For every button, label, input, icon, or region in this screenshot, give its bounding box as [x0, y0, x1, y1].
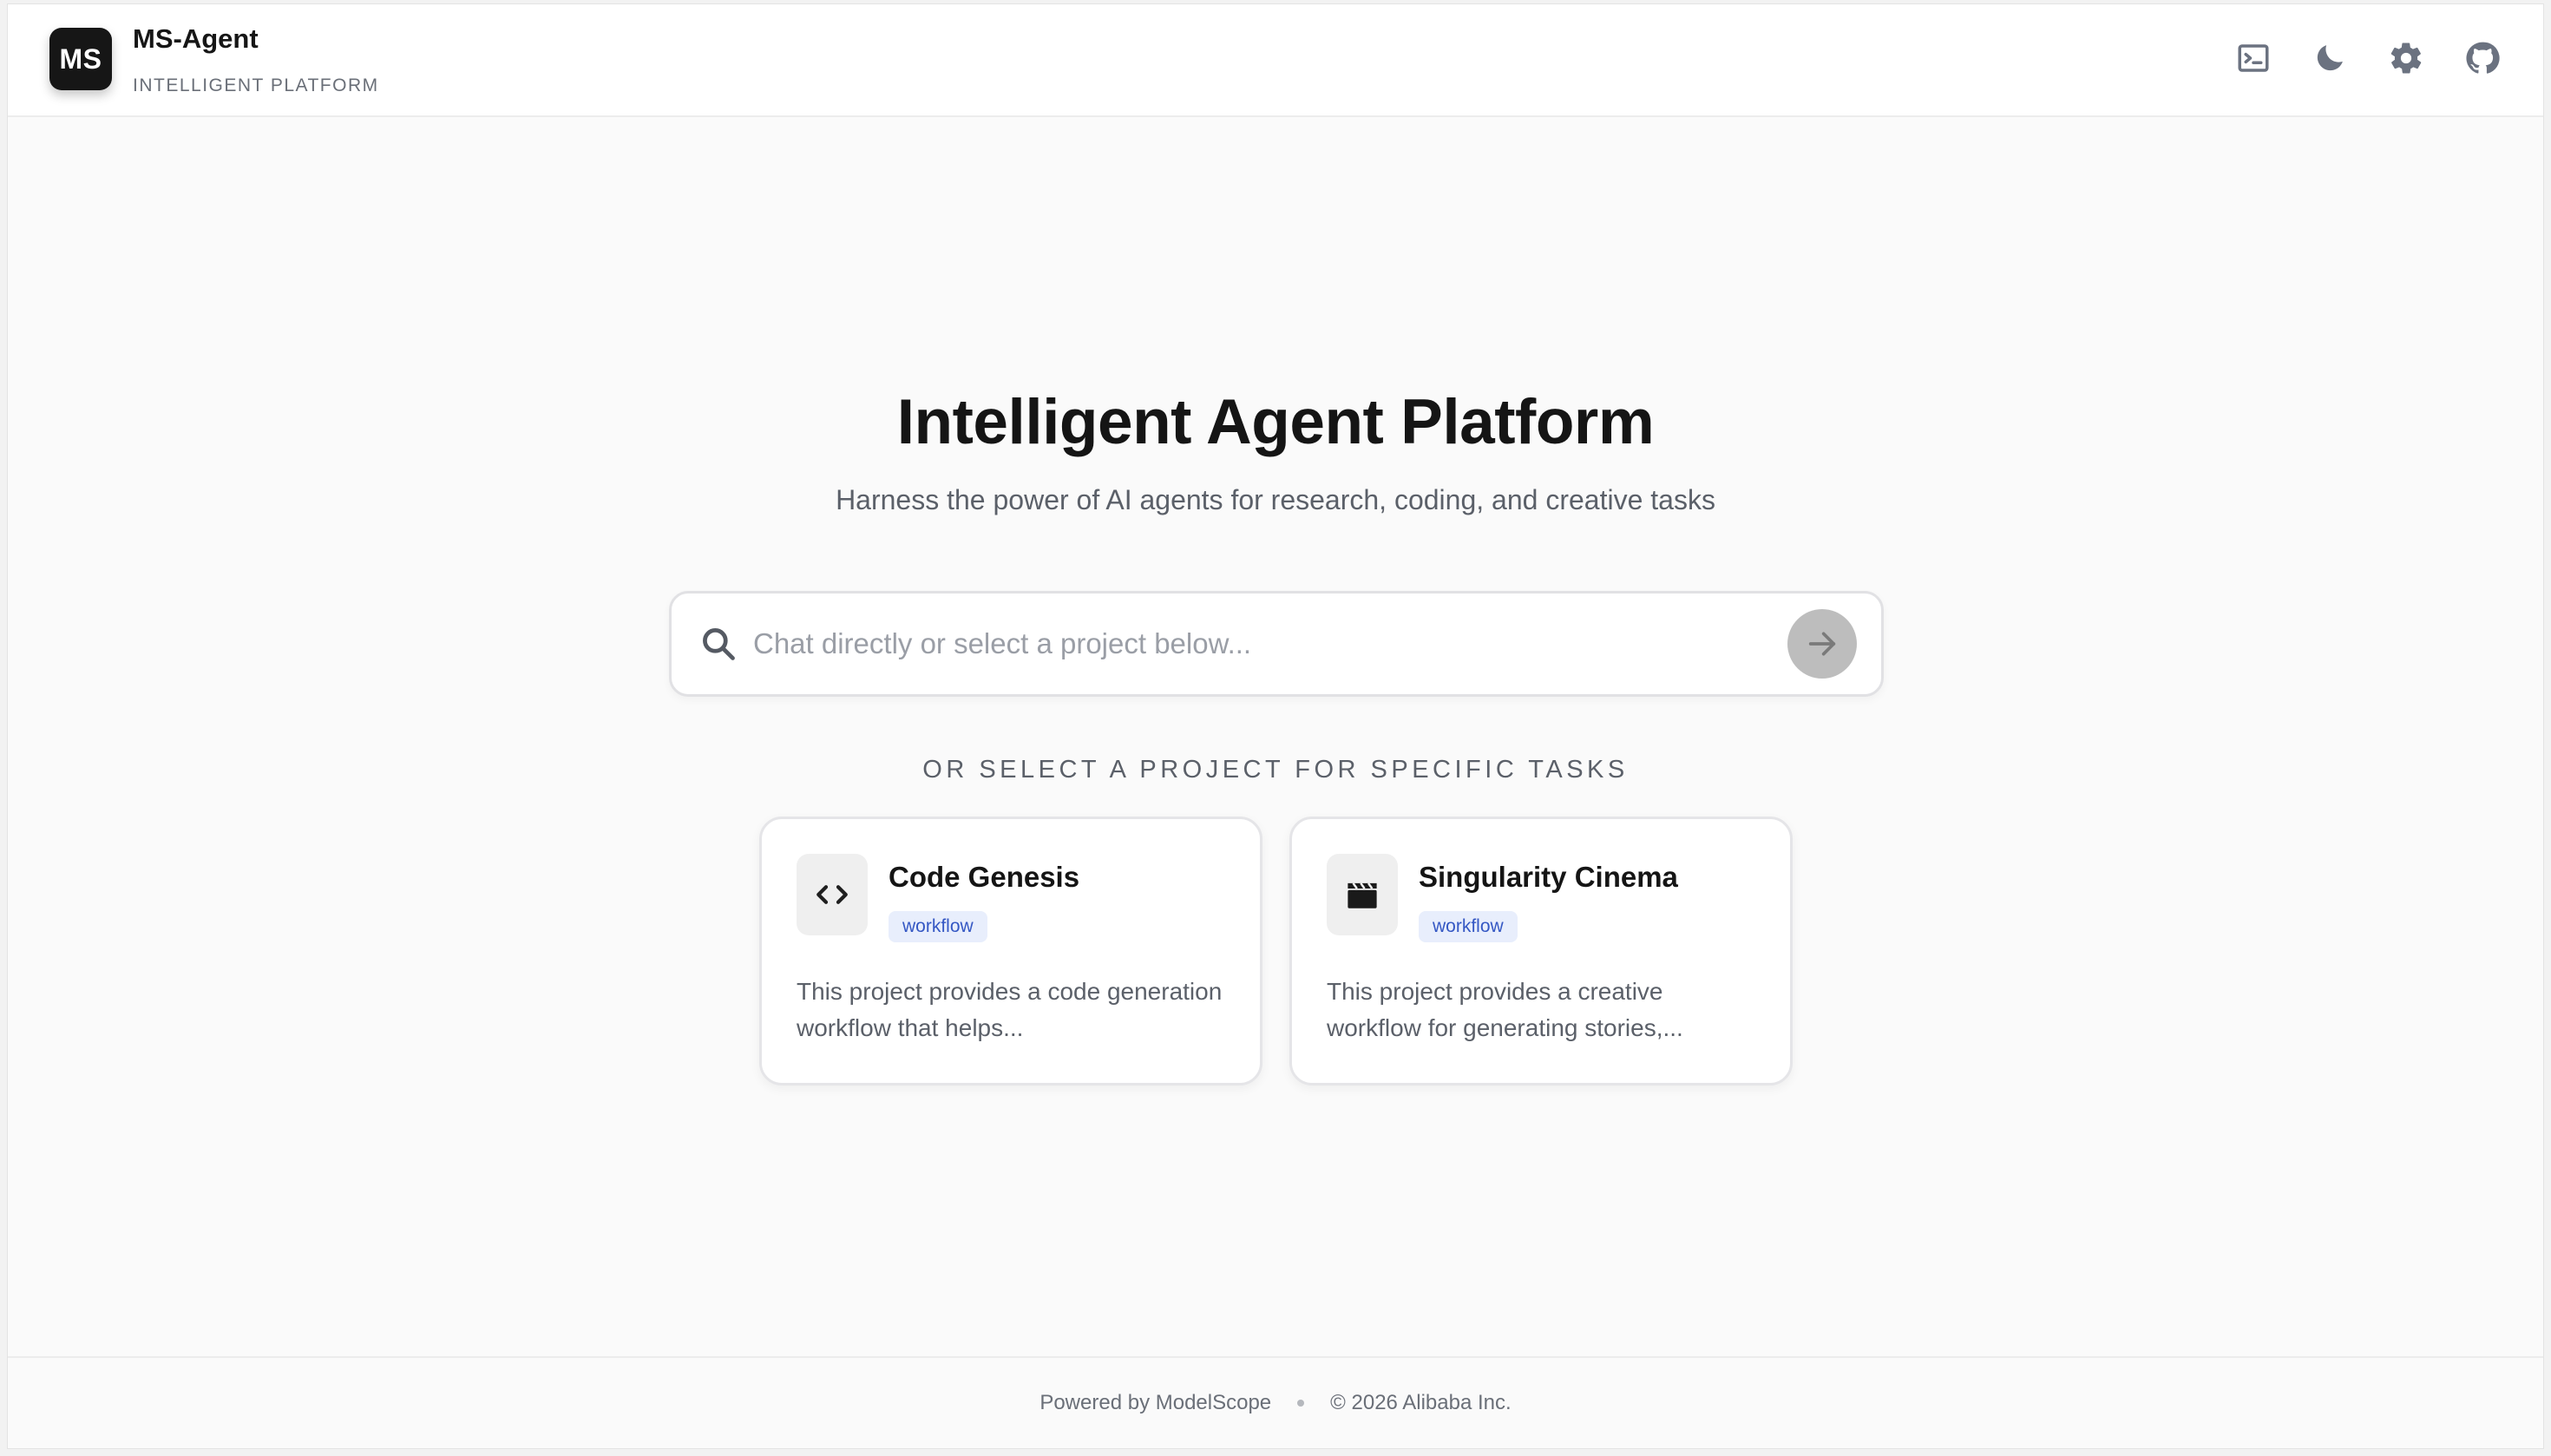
- card-badge: workflow: [889, 911, 987, 942]
- card-badge: workflow: [1419, 911, 1518, 942]
- terminal-icon: [2238, 44, 2269, 72]
- code-icon: [816, 885, 848, 904]
- logo[interactable]: MS: [49, 28, 112, 90]
- project-card-singularity-cinema[interactable]: Singularity Cinema workflow This project…: [1289, 817, 1793, 1085]
- app-tagline: INTELLIGENT PLATFORM: [133, 75, 379, 95]
- chat-input[interactable]: [751, 609, 1749, 679]
- search-icon: [703, 628, 735, 660]
- theme-toggle-button[interactable]: [2311, 39, 2349, 77]
- send-button[interactable]: [1787, 609, 1857, 679]
- projects-section-label: OR SELECT A PROJECT FOR SPECIFIC TASKS: [922, 756, 1629, 784]
- card-title: Singularity Cinema: [1419, 861, 1678, 893]
- github-link[interactable]: [2463, 39, 2502, 77]
- header-toolbar: [2234, 39, 2502, 77]
- page-title: Intelligent Agent Platform: [896, 387, 1655, 457]
- header: MS MS-Agent INTELLIGENT PLATFORM: [8, 4, 2543, 117]
- github-icon: [2466, 42, 2500, 74]
- gear-icon: [2390, 43, 2422, 74]
- card-title: Code Genesis: [889, 861, 1080, 893]
- card-description: This project provides a creative workflo…: [1327, 978, 1683, 1041]
- arrow-right-icon: [1808, 632, 1836, 656]
- card-description: This project provides a code generation …: [797, 978, 1223, 1041]
- card-icon-box: [1327, 854, 1398, 935]
- footer: Powered by ModelScope © 2026 Alibaba Inc…: [8, 1356, 2543, 1448]
- app-window: MS MS-Agent INTELLIGENT PLATFORM Intelli…: [7, 3, 2544, 1449]
- footer-separator: [1297, 1400, 1305, 1407]
- clapperboard-icon: [1348, 882, 1377, 908]
- project-card-code-genesis[interactable]: Code Genesis workflow This project provi…: [759, 817, 1262, 1085]
- chat-search-box: [669, 591, 1884, 697]
- terminal-button[interactable]: [2234, 39, 2272, 77]
- powered-by-text: Powered by ModelScope: [1039, 1391, 1272, 1414]
- app-name: MS-Agent: [133, 23, 259, 54]
- moon-icon: [2317, 45, 2343, 71]
- settings-button[interactable]: [2387, 39, 2425, 77]
- copyright-text: © 2026 Alibaba Inc.: [1330, 1391, 1512, 1414]
- card-icon-box: [797, 854, 868, 935]
- page-subtitle: Harness the power of AI agents for resea…: [836, 484, 1715, 515]
